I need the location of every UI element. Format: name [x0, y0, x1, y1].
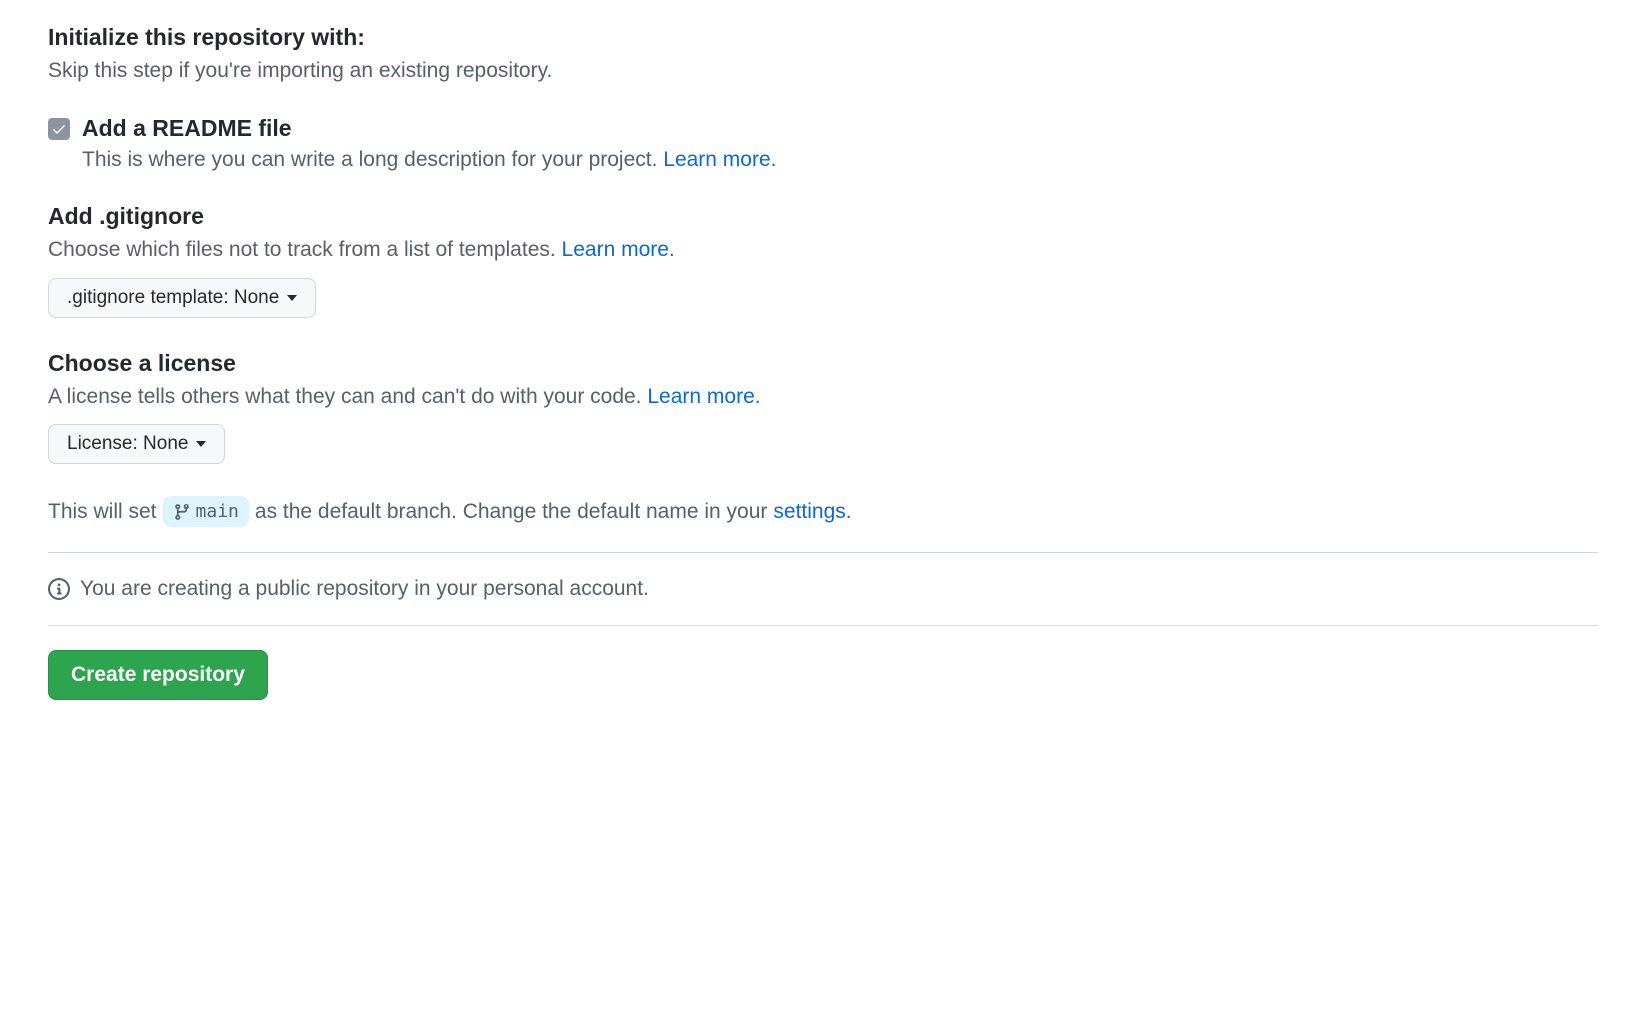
divider [48, 552, 1598, 553]
caret-down-icon [287, 295, 297, 301]
initialize-description: Skip this step if you're importing an ex… [48, 55, 1598, 87]
gitignore-template-dropdown[interactable]: .gitignore template: None [48, 278, 316, 318]
gitignore-heading: Add .gitignore [48, 203, 1598, 230]
check-icon [51, 121, 67, 137]
readme-description: This is where you can write a long descr… [82, 144, 1598, 176]
license-dropdown-label: License: None [67, 433, 188, 455]
caret-down-icon [196, 441, 206, 447]
create-repository-button[interactable]: Create repository [48, 650, 268, 700]
readme-learn-more-link[interactable]: Learn more. [663, 148, 776, 171]
gitignore-dropdown-label: .gitignore template: None [67, 287, 279, 309]
info-icon [48, 578, 70, 600]
readme-checkbox[interactable] [48, 118, 70, 140]
license-learn-more-link[interactable]: Learn more. [647, 385, 760, 408]
gitignore-learn-more-link[interactable]: Learn more. [562, 238, 675, 261]
branch-pill: main [163, 496, 249, 527]
default-branch-info: This will set main as the default branch… [48, 496, 1598, 528]
license-heading: Choose a license [48, 350, 1598, 377]
initialize-heading: Initialize this repository with: [48, 24, 1598, 51]
readme-label: Add a README file [82, 115, 1598, 142]
license-description: A license tells others what they can and… [48, 381, 1598, 413]
license-dropdown[interactable]: License: None [48, 424, 225, 464]
settings-link[interactable]: settings [773, 500, 845, 523]
divider [48, 625, 1598, 626]
gitignore-description: Choose which files not to track from a l… [48, 234, 1598, 266]
readme-option: Add a README file This is where you can … [48, 115, 1598, 176]
git-branch-icon [173, 503, 191, 521]
notice-text: You are creating a public repository in … [80, 577, 649, 601]
public-repo-notice: You are creating a public repository in … [48, 577, 1598, 601]
